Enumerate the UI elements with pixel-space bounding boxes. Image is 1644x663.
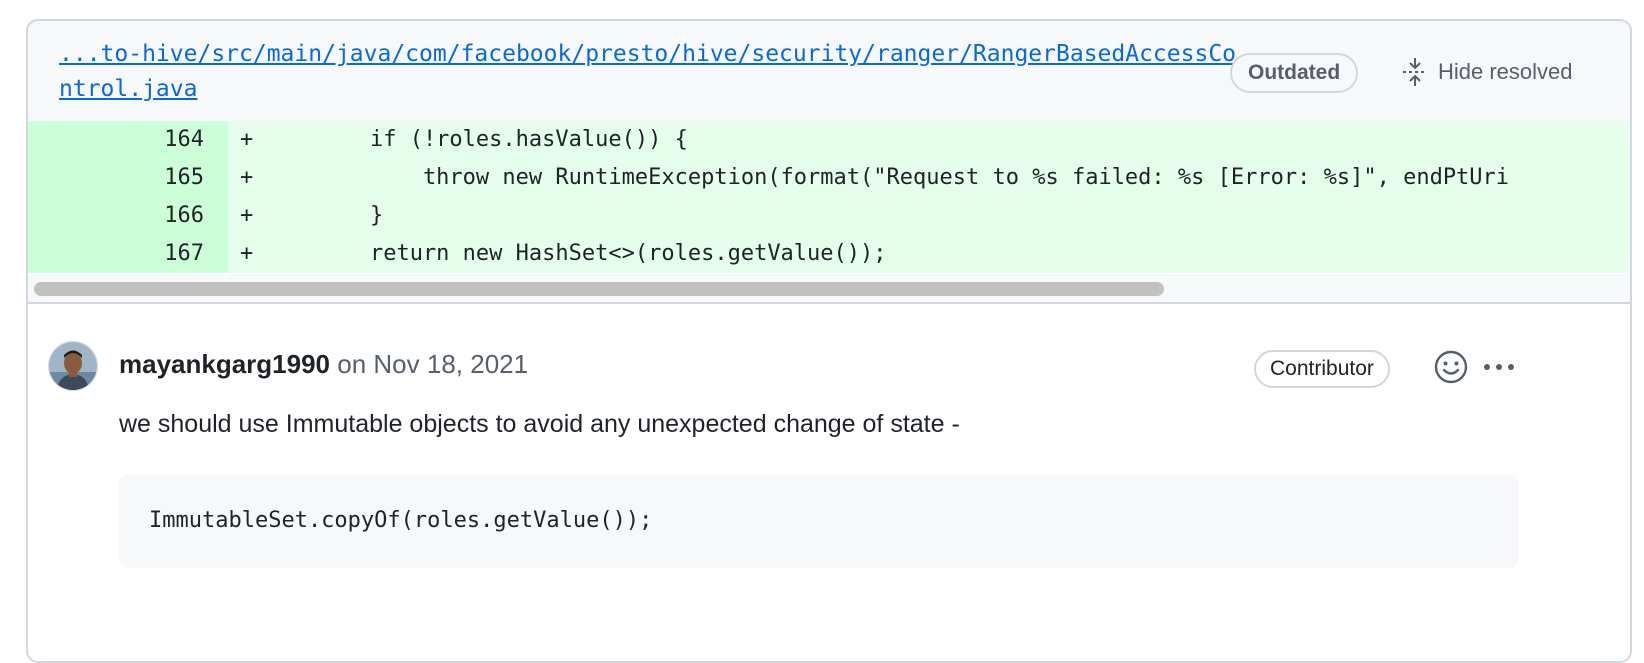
line-number[interactable]: 165: [28, 159, 228, 197]
hide-resolved-button[interactable]: Hide resolved: [1402, 51, 1573, 93]
contributor-badge: Contributor: [1254, 350, 1390, 388]
add-reaction-button[interactable]: [1432, 348, 1470, 386]
scrollbar-thumb[interactable]: [34, 282, 1164, 296]
diff-code: throw new RuntimeException(format("Reque…: [264, 165, 1510, 190]
diff-code: }: [264, 203, 384, 228]
hide-resolved-label: Hide resolved: [1438, 59, 1573, 84]
comment-code-block: ImmutableSet.copyOf(roles.getValue());: [119, 474, 1519, 568]
diff-line: 166 + }: [28, 197, 1630, 235]
file-header: ...to-hive/src/main/java/com/facebook/pr…: [28, 21, 1630, 125]
line-number[interactable]: 167: [28, 235, 228, 273]
review-comment: mayankgarg1990 on Nov 18, 2021 Contribut…: [28, 304, 1630, 661]
horizontal-scrollbar[interactable]: [28, 274, 1630, 304]
comment-body: we should use Immutable objects to avoid…: [119, 410, 960, 438]
comment-header: mayankgarg1990 on Nov 18, 2021: [119, 348, 528, 380]
diff-added-marker: +: [240, 127, 254, 152]
fold-icon: [1402, 57, 1428, 87]
diff-line: 165 + throw new RuntimeException(format(…: [28, 159, 1630, 197]
diff-code: if (!roles.hasValue()) {: [264, 127, 688, 152]
diff-code: return new HashSet<>(roles.getValue());: [264, 241, 887, 266]
comment-date[interactable]: on Nov 18, 2021: [337, 349, 528, 379]
diff-table: 164 + if (!roles.hasValue()) { 165 + thr…: [28, 121, 1630, 273]
comment-code: ImmutableSet.copyOf(roles.getValue());: [149, 508, 653, 533]
line-number[interactable]: 164: [28, 121, 228, 159]
diff-line: 164 + if (!roles.hasValue()) {: [28, 121, 1630, 159]
user-avatar[interactable]: [48, 341, 98, 391]
smiley-icon: [1432, 350, 1470, 390]
review-thread-card: ...to-hive/src/main/java/com/facebook/pr…: [26, 19, 1632, 663]
diff-added-marker: +: [240, 165, 254, 190]
diff-line: 167 + return new HashSet<>(roles.getValu…: [28, 235, 1630, 273]
file-path-link[interactable]: ...to-hive/src/main/java/com/facebook/pr…: [59, 37, 1249, 107]
author-name[interactable]: mayankgarg1990: [119, 349, 330, 379]
diff-added-marker: +: [240, 241, 254, 266]
kebab-horizontal-icon: [1479, 364, 1519, 390]
diff-added-marker: +: [240, 203, 254, 228]
more-options-button[interactable]: [1479, 348, 1519, 386]
outdated-badge: Outdated: [1230, 53, 1359, 93]
line-number[interactable]: 166: [28, 197, 228, 235]
